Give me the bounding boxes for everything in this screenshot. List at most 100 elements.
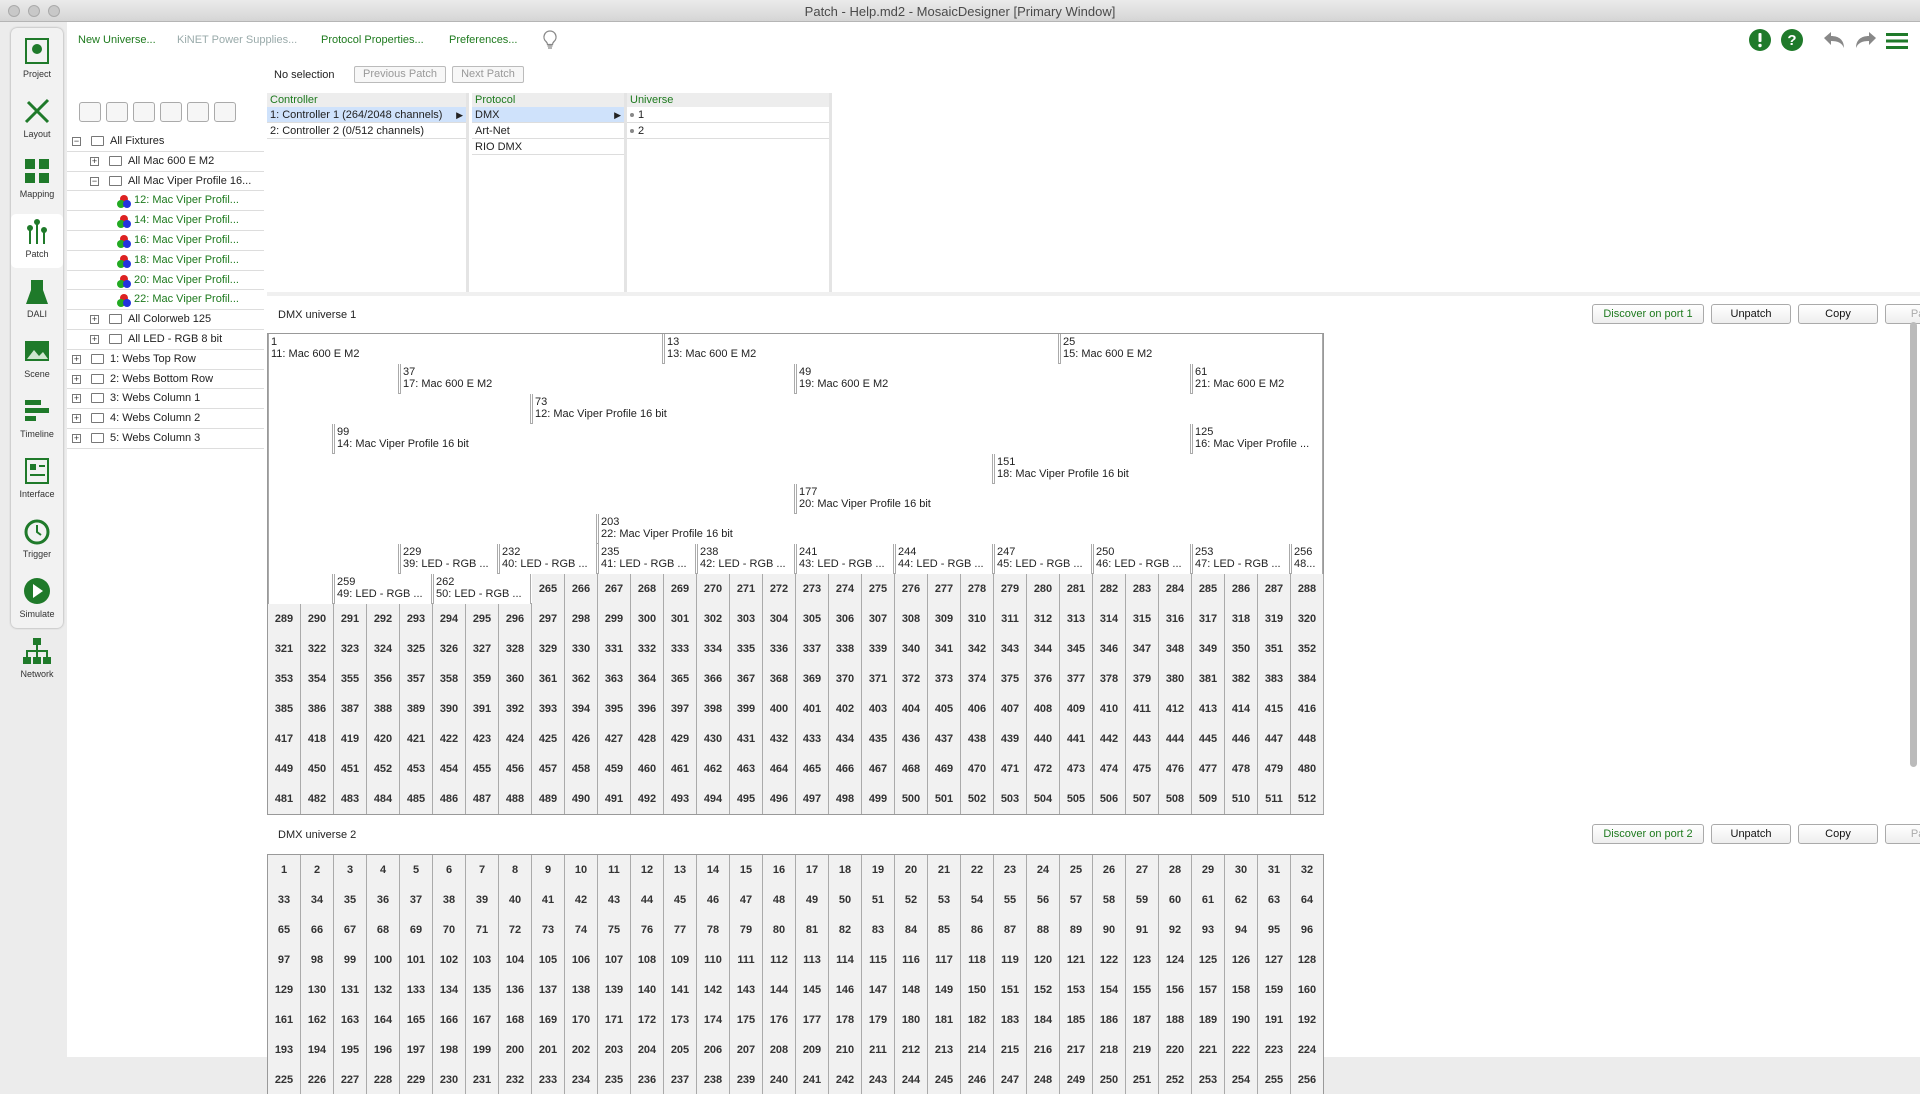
channel-cell[interactable]: 506 [1093,784,1126,814]
channel-cell[interactable]: 307 [862,604,895,634]
channel-cell[interactable]: 305 [796,604,829,634]
channel-cell[interactable]: 282 [1093,574,1126,604]
channel-cell[interactable]: 148 [895,975,928,1005]
sidebar-item-scene[interactable]: Scene [11,334,63,388]
channel-cell[interactable]: 201 [532,1035,565,1065]
channel-cell[interactable]: 174 [697,1005,730,1035]
channel-cell[interactable]: 358 [433,664,466,694]
channel-cell[interactable]: 76 [631,915,664,945]
tree-item[interactable]: −All Fixtures [67,132,264,152]
channel-cell[interactable]: 435 [862,724,895,754]
channel-cell[interactable]: 72 [499,915,532,945]
channel-cell[interactable]: 429 [664,724,697,754]
channel-cell[interactable]: 89 [1060,915,1093,945]
sidebar-item-simulate[interactable]: Simulate [11,574,63,628]
channel-cell[interactable]: 295 [466,604,499,634]
channel-cell[interactable]: 95 [1258,915,1291,945]
channel-cell[interactable]: 147 [862,975,895,1005]
channel-cell[interactable]: 47 [730,885,763,915]
channel-cell[interactable]: 493 [664,784,697,814]
channel-cell[interactable]: 383 [1258,664,1291,694]
channel-cell[interactable]: 430 [697,724,730,754]
fixture-patch-block[interactable]: 12516: Mac Viper Profile ... [1192,424,1323,454]
channel-cell[interactable]: 428 [631,724,664,754]
channel-cell[interactable]: 100 [367,945,400,975]
channel-cell[interactable]: 31 [1258,855,1291,885]
sort-up-icon[interactable] [187,102,209,122]
channel-cell[interactable]: 169 [532,1005,565,1035]
channel-cell[interactable]: 499 [862,784,895,814]
channel-cell[interactable]: 368 [763,664,796,694]
channel-cell[interactable]: 388 [367,694,400,724]
fixture-patch-block[interactable]: 25347: LED - RGB ... [1192,544,1290,574]
channel-cell[interactable]: 88 [1027,915,1060,945]
channel-cell[interactable]: 306 [829,604,862,634]
channel-cell[interactable]: 242 [829,1065,862,1094]
channel-cell[interactable]: 432 [763,724,796,754]
channel-cell[interactable]: 427 [598,724,631,754]
channel-cell[interactable]: 409 [1060,694,1093,724]
channel-cell[interactable]: 367 [730,664,763,694]
channel-cell[interactable]: 449 [268,754,301,784]
channel-cell[interactable]: 484 [367,784,400,814]
channel-cell[interactable]: 251 [1126,1065,1159,1094]
expand-icon[interactable]: + [90,335,99,344]
channel-cell[interactable]: 396 [631,694,664,724]
channel-cell[interactable]: 131 [334,975,367,1005]
channel-cell[interactable]: 217 [1060,1035,1093,1065]
fixture-patch-block[interactable] [268,484,795,514]
channel-cell[interactable]: 294 [433,604,466,634]
channel-cell[interactable]: 254 [1225,1065,1258,1094]
channel-cell[interactable]: 478 [1225,754,1258,784]
channel-cell[interactable]: 447 [1258,724,1291,754]
channel-cell[interactable]: 197 [400,1035,433,1065]
channel-cell[interactable]: 185 [1060,1005,1093,1035]
channel-cell[interactable]: 193 [268,1035,301,1065]
channel-cell[interactable]: 117 [928,945,961,975]
channel-cell[interactable]: 336 [763,634,796,664]
channel-cell[interactable]: 437 [928,724,961,754]
fixture-patch-block[interactable] [268,364,399,394]
channel-cell[interactable]: 106 [565,945,598,975]
channel-cell[interactable]: 334 [697,634,730,664]
expand-icon[interactable]: + [90,157,99,166]
channel-cell[interactable]: 474 [1093,754,1126,784]
channel-cell[interactable]: 60 [1159,885,1192,915]
channel-cell[interactable]: 53 [928,885,961,915]
channel-cell[interactable]: 405 [928,694,961,724]
fixture-patch-block[interactable]: 4919: Mac 600 E M2 [796,364,1191,394]
channel-cell[interactable]: 247 [994,1065,1027,1094]
channel-cell[interactable]: 156 [1159,975,1192,1005]
channel-cell[interactable]: 233 [532,1065,565,1094]
tree-item[interactable]: +1: Webs Top Row [67,350,264,370]
tree-item[interactable]: 12: Mac Viper Profil... [67,191,264,211]
channel-cell[interactable]: 191 [1258,1005,1291,1035]
channel-cell[interactable]: 204 [631,1035,664,1065]
channel-cell[interactable]: 112 [763,945,796,975]
channel-cell[interactable]: 15 [730,855,763,885]
channel-cell[interactable]: 316 [1159,604,1192,634]
channel-cell[interactable]: 10 [565,855,598,885]
channel-cell[interactable]: 241 [796,1065,829,1094]
channel-cell[interactable]: 68 [367,915,400,945]
channel-cell[interactable]: 265 [532,574,565,604]
channel-cell[interactable]: 195 [334,1035,367,1065]
channel-cell[interactable]: 46 [697,885,730,915]
channel-cell[interactable]: 291 [334,604,367,634]
channel-cell[interactable]: 245 [928,1065,961,1094]
channel-cell[interactable]: 498 [829,784,862,814]
channel-cell[interactable]: 416 [1291,694,1324,724]
channel-cell[interactable]: 17 [796,855,829,885]
channel-cell[interactable]: 13 [664,855,697,885]
channel-cell[interactable]: 42 [565,885,598,915]
channel-cell[interactable]: 28 [1159,855,1192,885]
channel-cell[interactable]: 19 [862,855,895,885]
channel-cell[interactable]: 318 [1225,604,1258,634]
channel-cell[interactable]: 113 [796,945,829,975]
collapse-icon[interactable]: − [72,137,81,146]
channel-cell[interactable]: 16 [763,855,796,885]
channel-cell[interactable]: 107 [598,945,631,975]
channel-cell[interactable]: 54 [961,885,994,915]
channel-cell[interactable]: 384 [1291,664,1324,694]
channel-cell[interactable]: 423 [466,724,499,754]
